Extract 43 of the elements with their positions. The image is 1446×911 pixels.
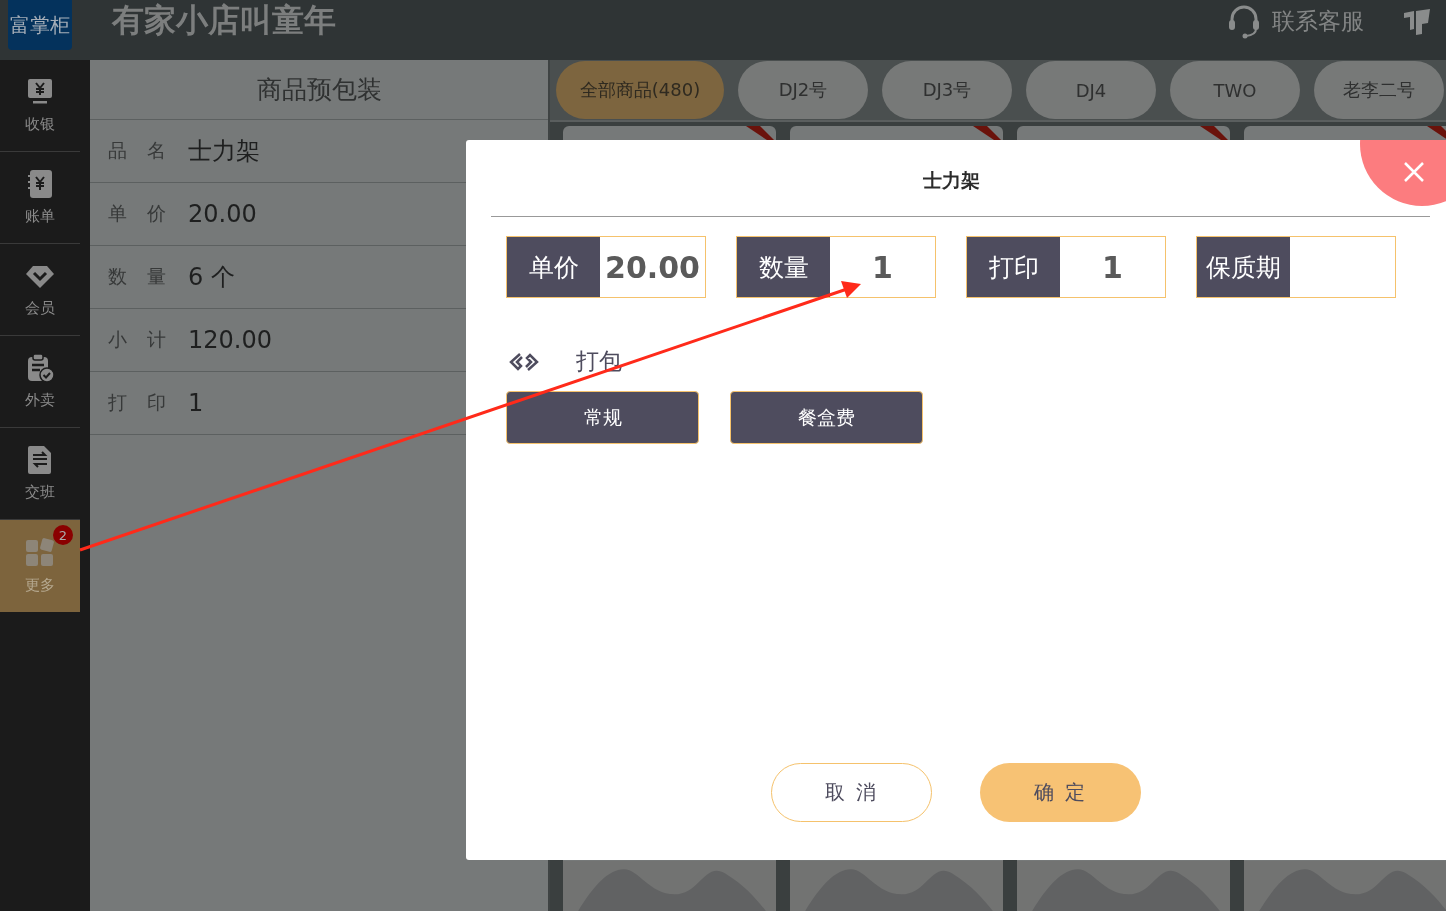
- grid-icon: [25, 537, 55, 568]
- register-icon: [25, 77, 55, 107]
- shop-name: 有家小店叫童年: [112, 0, 336, 41]
- field-label: 打 印: [108, 390, 168, 415]
- option-button[interactable]: 常规: [506, 391, 699, 444]
- input-field[interactable]: 保质期: [1196, 236, 1396, 298]
- category-tab[interactable]: DJ2号: [738, 61, 868, 119]
- cancel-button[interactable]: 取 消: [771, 763, 932, 822]
- sidebar-item[interactable]: 外卖: [0, 336, 80, 428]
- input-field[interactable]: 数量 1: [736, 236, 936, 298]
- sidebar-item[interactable]: 会员: [0, 244, 80, 336]
- field-value: 6 个: [188, 262, 235, 293]
- category-tab[interactable]: 老李二号: [1314, 61, 1444, 119]
- option-button[interactable]: 餐盒费: [730, 391, 923, 444]
- support-link[interactable]: 联系客服: [1272, 5, 1364, 37]
- bill-icon: [25, 169, 55, 199]
- sidebar-item[interactable]: 账单: [0, 152, 80, 244]
- field-value: 1: [188, 389, 204, 417]
- close-icon: [1402, 160, 1426, 184]
- dialog-title: 士力架: [921, 168, 981, 193]
- field-label: 品 名: [108, 138, 168, 163]
- sidebar-item[interactable]: 收银: [0, 60, 80, 152]
- sidebar-item[interactable]: 更多 2: [0, 520, 80, 612]
- category-tab[interactable]: 全部商品(480): [556, 61, 724, 119]
- panel-title: 商品预包装: [90, 60, 548, 120]
- link-icon: [508, 351, 540, 372]
- sidebar-item[interactable]: 交班: [0, 428, 80, 520]
- field-label: 数 量: [108, 264, 168, 289]
- field-value: 120.00: [188, 326, 272, 354]
- input-field[interactable]: 打印 1: [966, 236, 1166, 298]
- category-tab[interactable]: DJ4: [1026, 61, 1156, 119]
- app-logo: 富掌柜: [8, 0, 72, 50]
- clipboard-icon: [25, 353, 55, 383]
- field-label: 单 价: [108, 201, 168, 226]
- field-value: 士力架: [188, 136, 260, 167]
- notification-badge: 2: [53, 525, 73, 545]
- field-value: 20.00: [188, 200, 257, 228]
- field-label: 小 计: [108, 327, 168, 352]
- category-tab[interactable]: TWO: [1170, 61, 1300, 119]
- confirm-button[interactable]: 确 定: [980, 763, 1141, 822]
- input-field[interactable]: 单价 20.00: [506, 236, 706, 298]
- category-tab[interactable]: DJ3号: [882, 61, 1012, 119]
- headset-icon[interactable]: [1226, 3, 1262, 39]
